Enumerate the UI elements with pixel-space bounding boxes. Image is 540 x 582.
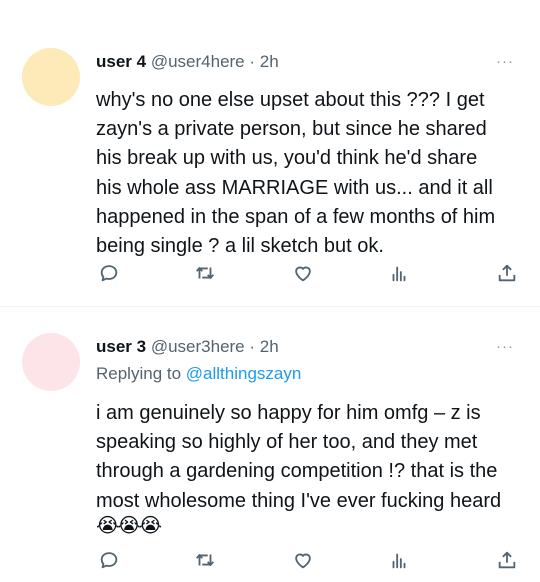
replying-to-link[interactable]: @allthingszayn — [186, 364, 302, 383]
more-options-icon[interactable]: ··· — [496, 53, 514, 70]
share-icon[interactable] — [494, 547, 520, 573]
share-icon[interactable] — [494, 260, 520, 286]
tweet-text: i am genuinely so happy for him omfg – z… — [96, 402, 502, 512]
tweet-user4[interactable]: user 4 @user4here · 2h ··· why's no one … — [0, 0, 540, 306]
tweet-user3[interactable]: user 3 @user3here · 2h ··· Replying to @… — [0, 307, 540, 582]
tweet-actions — [0, 547, 540, 573]
username[interactable]: user 3 — [96, 337, 146, 356]
views-icon[interactable] — [386, 547, 412, 573]
replying-to: Replying to @allthingszayn — [96, 364, 301, 384]
like-icon[interactable] — [290, 547, 316, 573]
reply-icon[interactable] — [96, 260, 122, 286]
timestamp[interactable]: 2h — [260, 52, 279, 71]
tweet-actions — [0, 260, 540, 286]
handle[interactable]: @user4here — [151, 52, 245, 71]
username[interactable]: user 4 — [96, 52, 146, 71]
separator: · — [244, 337, 260, 356]
retweet-icon[interactable] — [192, 547, 218, 573]
replying-to-label: Replying to — [96, 364, 186, 383]
timestamp[interactable]: 2h — [260, 337, 279, 356]
tweet-header: user 3 @user3here · 2h — [96, 337, 279, 357]
more-options-icon[interactable]: ··· — [496, 338, 514, 355]
separator: · — [244, 52, 260, 71]
avatar[interactable] — [22, 48, 80, 106]
retweet-icon[interactable] — [192, 260, 218, 286]
crying-emoji: 😭😭😭 — [96, 515, 162, 537]
tweet-header: user 4 @user4here · 2h — [96, 52, 279, 72]
tweet-text: why's no one else upset about this ??? I… — [96, 89, 496, 258]
handle[interactable]: @user3here — [151, 337, 245, 356]
like-icon[interactable] — [290, 260, 316, 286]
views-icon[interactable] — [386, 260, 412, 286]
reply-icon[interactable] — [96, 547, 122, 573]
avatar[interactable] — [22, 333, 80, 391]
